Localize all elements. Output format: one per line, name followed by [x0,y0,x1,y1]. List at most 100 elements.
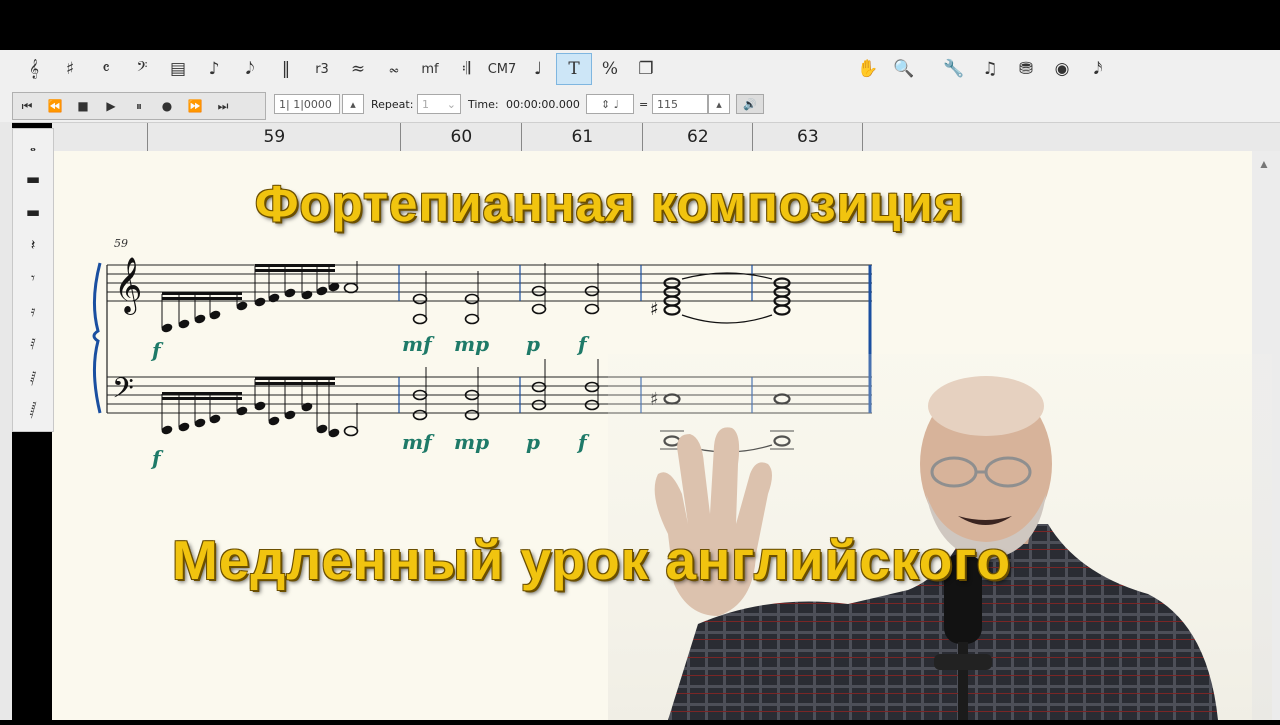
mixer-icon[interactable]: ◉ [1044,53,1080,85]
half-note-dyad [412,409,428,421]
play-icon[interactable]: ▶ [97,93,125,119]
percent-icon[interactable]: % [592,53,628,85]
note-icon[interactable]: ♪ [196,53,232,85]
repeat-select[interactable]: 1 ⌄ [417,94,461,114]
beam [162,297,242,300]
stop-icon[interactable]: ■ [69,93,97,119]
black-top-bar [0,0,1280,50]
time-signature-icon[interactable]: 𝄴 [88,53,124,85]
treble-clef-icon[interactable]: 𝄞 [16,53,52,85]
half-note-dyad [412,293,428,305]
fast-forward-icon[interactable]: ⏩ [181,93,209,119]
half-note-dyad [464,409,480,421]
beam [162,392,242,395]
instrument-icon[interactable]: ⛃ [1008,53,1044,85]
forward-end-icon[interactable]: ⏭ [209,93,237,119]
tempo-spinner[interactable]: ▴ [708,94,730,114]
tuplet-icon[interactable]: r3 [304,53,340,85]
ruler-measure-number: 61 [571,127,594,147]
dynamic-marking: f [576,430,590,454]
copy-icon[interactable]: ❐ [628,53,664,85]
magnifier-icon[interactable]: 🔍 [886,53,922,85]
rest-duration-button[interactable]: 𝅁 [13,360,53,393]
ruler-measure-number: 59 [263,127,286,147]
chord-symbol-icon[interactable]: CM7 [484,53,520,85]
dynamic-marking: mp [454,430,489,454]
equals-label: = [639,98,649,111]
playback-notes-icon[interactable]: ♫ [972,53,1008,85]
rest-duration-button[interactable]: 𝄾 [13,261,53,294]
measure-icon[interactable]: ▤ [160,53,196,85]
dynamic-marking: mf [402,332,435,356]
bass-clef-icon[interactable]: 𝄢 [124,53,160,85]
rest-duration-button[interactable]: 𝄽 [13,228,53,261]
measure-ruler[interactable]: 59 60 61 62 63 [52,123,1280,152]
half-note [343,425,359,437]
grace-note-icon[interactable]: 𝅘𝅥𝅮 [232,53,268,85]
beam [255,377,335,380]
left-edge-strip [0,122,12,720]
barline-icon[interactable]: ‖ [268,53,304,85]
beam [255,264,335,267]
tie [681,314,773,324]
ruler-measure-number: 62 [687,127,709,147]
beam [162,292,242,295]
record-icon[interactable]: ● [153,93,181,119]
half-note-dyad [584,381,600,393]
ruler-tick [147,123,148,151]
other-tools-group: 🔧 ♫ ⛃ ◉ 𝅘𝅥𝅯 [936,52,1116,86]
half-note-dyad [464,293,480,305]
half-note-dyad [584,303,600,315]
speaker-icon[interactable]: 🔊 [736,94,764,114]
scroll-up-icon[interactable]: ▲ [1258,157,1270,171]
dynamics-icon[interactable]: mf [412,53,448,85]
playback-toolbar: ⏮ ⏪ ■ ▶ ⏸ ● ⏩ ⏭ 1| 1|0000 ▴ Repeat: 1 ⌄ Time: 00… [0,88,1280,123]
repeat-label: Repeat: [371,98,414,111]
repeat-icon[interactable]: 𝄇 [448,53,484,85]
ornament-icon[interactable]: 𝆗 [376,53,412,85]
key-signature-icon[interactable]: ♯ [52,53,88,85]
hand-icon[interactable]: ✋ [850,53,886,85]
bass-clef-icon: 𝄢 [112,372,134,412]
text-tool-icon[interactable]: T [556,53,592,85]
tempo-field[interactable]: 115 [652,94,708,114]
rest-duration-button[interactable]: 𝅝 [13,129,53,162]
tempo-note-select[interactable]: ⇕ ♩ [586,94,634,114]
position-spinner[interactable]: ▴ [342,94,364,114]
title-top: Фортепианная композиция [255,175,965,232]
wrench-icon[interactable]: 🔧 [936,53,972,85]
rest-duration-button[interactable]: ▬ [13,195,53,228]
sharp-icon: ♯ [650,299,659,320]
grand-staff-brace [92,262,102,414]
rest-duration-button[interactable]: 𝄿 [13,294,53,327]
dynamic-marking: f [150,338,164,362]
rewind-icon[interactable]: ⏪ [41,93,69,119]
half-note-dyad [531,381,547,393]
ruler-tick [752,123,753,151]
hairpin-icon[interactable]: ≈ [340,53,376,85]
beam [255,382,335,385]
rest-duration-button[interactable]: 𝅂 [13,393,53,426]
treble-clef-icon: 𝄞 [114,257,142,315]
articulation-icon[interactable]: ♩ [520,53,556,85]
ruler-tick [862,123,863,151]
pause-icon[interactable]: ⏸ [125,93,153,119]
view-tools-group: ✋ 🔍 [850,52,922,86]
half-note-dyad [531,285,547,297]
rest-duration-button[interactable]: 𝅀 [13,327,53,360]
time-label: Time: [468,98,499,111]
measure-number: 59 [114,237,128,250]
rest-duration-button[interactable]: ▬ [13,162,53,195]
rewind-start-icon[interactable]: ⏮ [13,93,41,119]
notes-settings-icon[interactable]: 𝅘𝅥𝅯 [1080,53,1116,85]
ruler-measure-number: 60 [450,127,473,147]
half-note-dyad [412,313,428,325]
notation-tools-group: 𝄞 ♯ 𝄴 𝄢 ▤ ♪ 𝅘𝅥𝅮 ‖ r3 ≈ 𝆗 mf 𝄇 CM7 ♩ T% ❐ [16,52,664,86]
position-field[interactable]: 1| 1|0000 [274,94,340,114]
rest-palette: 𝅝 ▬ ▬ 𝄽 𝄾 𝄿 𝅀 𝅁 𝅂 [12,128,54,432]
dynamic-marking: p [526,332,540,356]
half-note [343,282,359,294]
half-note-dyad [584,399,600,411]
ruler-tick [521,123,522,151]
whole-note [773,304,791,316]
